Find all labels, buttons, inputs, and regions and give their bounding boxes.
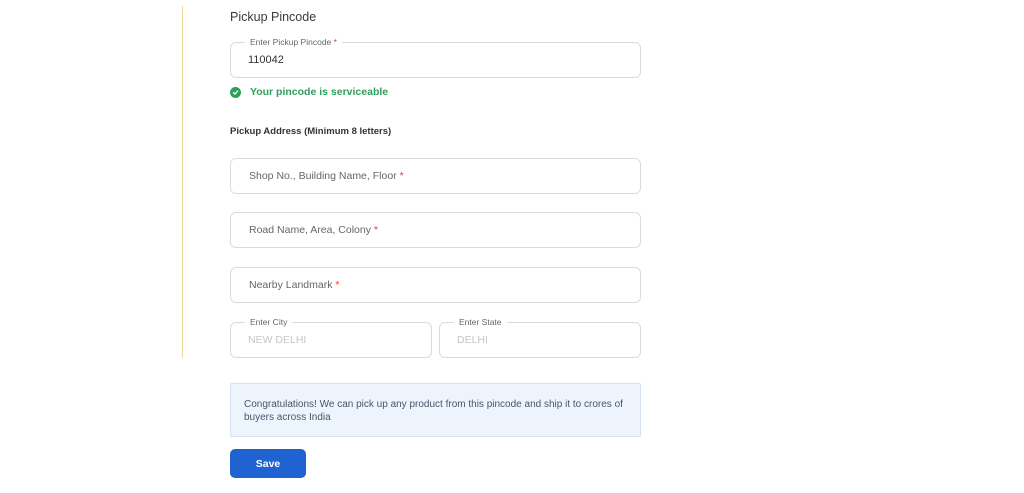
pincode-field[interactable]: Enter Pickup Pincode * 110042 [230, 37, 641, 78]
address-line2-placeholder: Road Name, Area, Colony * [249, 224, 378, 236]
address-line2-field[interactable]: Road Name, Area, Colony * [230, 212, 641, 248]
pincode-status: Your pincode is serviceable [230, 85, 388, 99]
address-line1-placeholder: Shop No., Building Name, Floor * [249, 170, 404, 182]
landmark-placeholder: Nearby Landmark * [249, 279, 340, 291]
landmark-field[interactable]: Nearby Landmark * [230, 267, 641, 303]
pincode-input[interactable]: 110042 [248, 54, 284, 66]
state-field: Enter State DELHI [439, 317, 641, 358]
section-title: Pickup Pincode [230, 10, 317, 24]
state-value: DELHI [457, 334, 488, 346]
state-legend: Enter State [454, 317, 507, 328]
save-button[interactable]: Save [230, 449, 306, 478]
city-field: Enter City NEW DELHI [230, 317, 432, 358]
address-title: Pickup Address (Minimum 8 letters) [230, 126, 392, 137]
status-text: Your pincode is serviceable [250, 86, 389, 98]
check-circle-icon [230, 86, 241, 98]
section-divider [182, 6, 183, 358]
city-legend: Enter City [245, 317, 293, 328]
city-value: NEW DELHI [248, 334, 307, 346]
pincode-legend: Enter Pickup Pincode * [245, 37, 342, 48]
address-line1-field[interactable]: Shop No., Building Name, Floor * [230, 158, 641, 194]
info-message: Congratulations! We can pick up any prod… [230, 383, 641, 437]
